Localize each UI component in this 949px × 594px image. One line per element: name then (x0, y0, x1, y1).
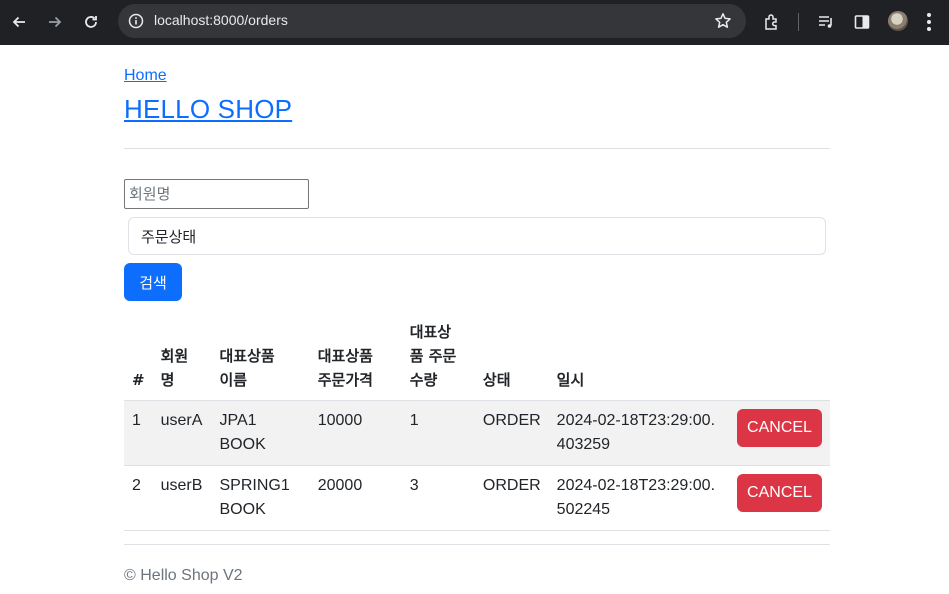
cell-item-name: JPA1 BOOK (211, 400, 310, 466)
url-text[interactable]: localhost:8000/orders (154, 12, 288, 28)
cell-num: 2 (124, 465, 153, 531)
cell-member: userA (152, 400, 212, 466)
cell-status: ORDER (474, 465, 549, 531)
order-status-select[interactable]: 주문상태 (128, 217, 826, 255)
back-arrow-icon[interactable] (8, 11, 30, 33)
address-bar[interactable]: localhost:8000/orders (118, 4, 746, 38)
cell-date: 2024-02-18T23:29:00.403259 (548, 400, 729, 466)
footer-divider (124, 544, 830, 545)
col-header-item-name: 대표상품 이름 (211, 312, 310, 401)
cell-date: 2024-02-18T23:29:00.502245 (548, 465, 729, 531)
bookmark-star-icon[interactable] (714, 12, 732, 34)
search-button[interactable]: 검색 (124, 263, 182, 301)
cell-price: 20000 (309, 465, 402, 531)
media-control-icon[interactable] (814, 10, 838, 34)
member-name-input[interactable] (124, 179, 309, 209)
home-link[interactable]: Home (124, 67, 167, 85)
table-header-row: # 회원 명 대표상품 이름 대표상품 주문가격 대표상 품 주문 수량 상태 … (124, 312, 830, 401)
cell-num: 1 (124, 400, 153, 466)
side-panel-icon[interactable] (850, 10, 874, 34)
cell-member: userB (152, 465, 212, 531)
profile-avatar[interactable] (888, 11, 908, 31)
kebab-menu-icon[interactable] (926, 11, 932, 33)
forward-arrow-icon[interactable] (44, 11, 66, 33)
cell-price: 10000 (309, 400, 402, 466)
toolbar-divider (798, 13, 799, 31)
cancel-order-button[interactable]: CANCEL (737, 474, 822, 512)
extensions-icon[interactable] (760, 10, 784, 34)
browser-toolbar: localhost:8000/orders (0, 0, 949, 45)
table-row: 1 userA JPA1 BOOK 10000 1 ORDER 2024-02-… (124, 400, 830, 466)
col-header-item-price: 대표상품 주문가격 (309, 312, 402, 401)
shop-title-link[interactable]: HELLO SHOP (124, 94, 292, 125)
cancel-order-button[interactable]: CANCEL (737, 409, 822, 447)
header-divider (124, 148, 830, 149)
footer-text: © Hello Shop V2 (124, 567, 243, 584)
cell-item-name: SPRING1 BOOK (211, 465, 310, 531)
cell-status: ORDER (474, 400, 549, 466)
col-header-action (729, 312, 830, 401)
reload-icon[interactable] (80, 11, 102, 33)
cell-qty: 3 (401, 465, 475, 531)
table-row: 2 userB SPRING1 BOOK 20000 3 ORDER 2024-… (124, 465, 830, 531)
col-header-status: 상태 (474, 312, 549, 401)
col-header-member: 회원 명 (152, 312, 212, 401)
col-header-num: # (124, 312, 153, 401)
orders-table: # 회원 명 대표상품 이름 대표상품 주문가격 대표상 품 주문 수량 상태 … (124, 312, 830, 531)
cell-qty: 1 (401, 400, 475, 466)
col-header-date: 일시 (548, 312, 729, 401)
col-header-item-qty: 대표상 품 주문 수량 (401, 312, 475, 401)
site-info-icon[interactable] (128, 13, 144, 33)
